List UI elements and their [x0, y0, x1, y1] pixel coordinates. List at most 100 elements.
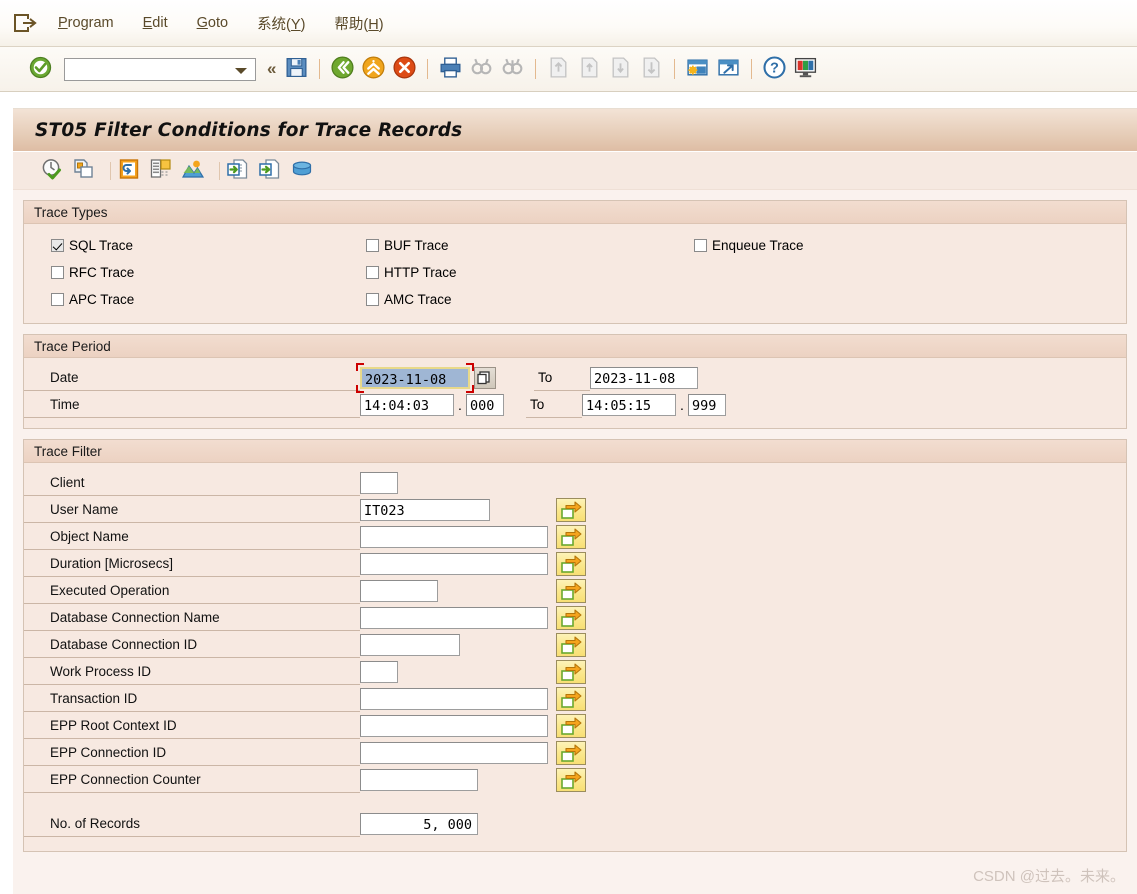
toolbar-separator — [319, 59, 321, 79]
date-to-input[interactable]: 2023-11-08 — [590, 366, 698, 389]
filter-input[interactable] — [360, 660, 398, 683]
checkbox-buf-trace[interactable]: BUF Trace — [366, 238, 694, 253]
save-icon[interactable] — [281, 55, 312, 83]
checkbox-apc-trace[interactable]: APC Trace — [24, 292, 366, 307]
filter-input[interactable] — [360, 714, 548, 737]
date-from-field-wrapper[interactable]: 2023-11-08 — [356, 362, 474, 393]
create-shortcut-icon[interactable] — [713, 55, 744, 83]
exit-arrow-icon[interactable] — [14, 12, 40, 34]
trace-filter-group: Trace Filter Client User Name IT023 Object … — [23, 439, 1127, 852]
filter-label: Client — [24, 470, 360, 496]
checkbox-enqueue-trace[interactable]: Enqueue Trace — [694, 238, 804, 253]
apc-trace-checkbox-box[interactable] — [51, 293, 64, 306]
app-toolbar-separator — [219, 161, 220, 180]
save-trace-icon[interactable] — [226, 157, 258, 184]
checkbox-sql-trace[interactable]: SQL Trace — [24, 238, 366, 253]
first-page-icon — [543, 55, 574, 83]
multiple-selection-button[interactable] — [556, 713, 586, 738]
app-toolbar-separator — [110, 161, 111, 180]
filter-input[interactable] — [360, 606, 548, 629]
date-from-input[interactable]: 2023-11-08 — [360, 366, 470, 389]
filter-row: Duration [Microsecs] — [24, 550, 1126, 577]
print-icon[interactable] — [435, 55, 466, 83]
records-label: No. of Records — [24, 811, 360, 837]
filter-row: Client — [24, 469, 1126, 496]
filter-input[interactable] — [360, 552, 548, 575]
menu-item-help[interactable]: 帮助(H) — [334, 13, 383, 34]
menu-item-program[interactable]: Program — [58, 15, 114, 31]
multiple-selection-button[interactable] — [556, 605, 586, 630]
filter-input[interactable] — [360, 579, 438, 602]
checkbox-amc-trace[interactable]: AMC Trace — [366, 292, 694, 307]
time-from-ms-input[interactable]: 000 — [466, 393, 504, 416]
multiple-selection-button[interactable] — [556, 578, 586, 603]
filter-input[interactable] — [360, 687, 548, 710]
command-field[interactable] — [64, 57, 256, 81]
value-help-icon[interactable] — [474, 366, 496, 389]
filter-input[interactable] — [360, 471, 398, 494]
http-trace-checkbox-box[interactable] — [366, 266, 379, 279]
find-icon[interactable] — [466, 55, 497, 83]
export-trace-icon[interactable] — [258, 157, 290, 184]
multiple-selection-button[interactable] — [556, 686, 586, 711]
time-to-input[interactable]: 14:05:15 — [582, 393, 676, 416]
time-from-separator: . — [458, 396, 462, 413]
amc-trace-checkbox-box[interactable] — [366, 293, 379, 306]
exit-icon[interactable] — [358, 55, 389, 83]
multiple-selection-button[interactable] — [556, 524, 586, 549]
time-label: Time — [24, 392, 360, 418]
filter-label: Executed Operation — [24, 578, 360, 604]
filter-input[interactable] — [360, 633, 460, 656]
trace-filter-title: Trace Filter — [24, 440, 1126, 463]
buf-trace-checkbox-box[interactable] — [366, 239, 379, 252]
customize-local-layout-icon[interactable] — [790, 55, 821, 83]
http-trace-label: HTTP Trace — [384, 265, 457, 280]
toolbar-separator — [751, 59, 753, 79]
multiple-selection-button[interactable] — [556, 767, 586, 792]
activate-trace-icon[interactable] — [40, 157, 72, 184]
filter-input[interactable]: IT023 — [360, 498, 490, 521]
checkbox-rfc-trace[interactable]: RFC Trace — [24, 265, 366, 280]
records-input[interactable]: 5, 000 — [360, 812, 478, 835]
multiple-selection-button[interactable] — [556, 632, 586, 657]
filter-input[interactable] — [360, 741, 548, 764]
chevron-down-icon[interactable] — [235, 67, 247, 74]
trace-types-group: Trace Types SQL Trace BUF Trace Enqueue … — [23, 200, 1127, 324]
toolbar-collapse-button[interactable]: « — [267, 59, 276, 79]
display-trace-icon[interactable] — [117, 157, 149, 184]
filter-row: Object Name — [24, 523, 1126, 550]
filter-row: Work Process ID — [24, 658, 1126, 685]
sql-trace-checkbox-box[interactable] — [51, 239, 64, 252]
trace-types-row: APC Trace AMC Trace — [24, 286, 1126, 313]
trace-types-row: SQL Trace BUF Trace Enqueue Trace — [24, 232, 1126, 259]
menu-item-edit[interactable]: Edit — [143, 15, 168, 31]
cancel-icon[interactable] — [389, 55, 420, 83]
multiple-selection-button[interactable] — [556, 551, 586, 576]
trace-list-icon[interactable] — [149, 157, 181, 184]
time-to-ms-input[interactable]: 999 — [688, 393, 726, 416]
multiple-selection-button[interactable] — [556, 659, 586, 684]
checkbox-http-trace[interactable]: HTTP Trace — [366, 265, 694, 280]
create-session-icon[interactable] — [682, 55, 713, 83]
menu-item-system[interactable]: 系统(Y) — [257, 13, 305, 34]
time-from-input[interactable]: 14:04:03 — [360, 393, 454, 416]
database-icon[interactable] — [290, 157, 322, 184]
filter-label: EPP Connection Counter — [24, 767, 360, 793]
help-icon[interactable]: ? — [759, 55, 790, 83]
standard-toolbar: « ? — [0, 47, 1137, 92]
enqueue-trace-checkbox-box[interactable] — [694, 239, 707, 252]
menu-item-goto-label: oto — [207, 15, 229, 31]
back-icon[interactable] — [327, 55, 358, 83]
filter-input[interactable] — [360, 525, 548, 548]
rfc-trace-checkbox-box[interactable] — [51, 266, 64, 279]
find-next-icon[interactable] — [497, 55, 528, 83]
trace-summary-icon[interactable] — [181, 157, 213, 184]
trace-types-row: RFC Trace HTTP Trace — [24, 259, 1126, 286]
filter-input[interactable] — [360, 768, 478, 791]
enter-check-icon[interactable] — [28, 55, 53, 83]
multiple-selection-button[interactable] — [556, 740, 586, 765]
multiple-selection-button[interactable] — [556, 497, 586, 522]
filter-row: EPP Root Context ID — [24, 712, 1126, 739]
deactivate-trace-icon[interactable] — [72, 157, 104, 184]
menu-item-goto[interactable]: Goto — [197, 15, 228, 31]
